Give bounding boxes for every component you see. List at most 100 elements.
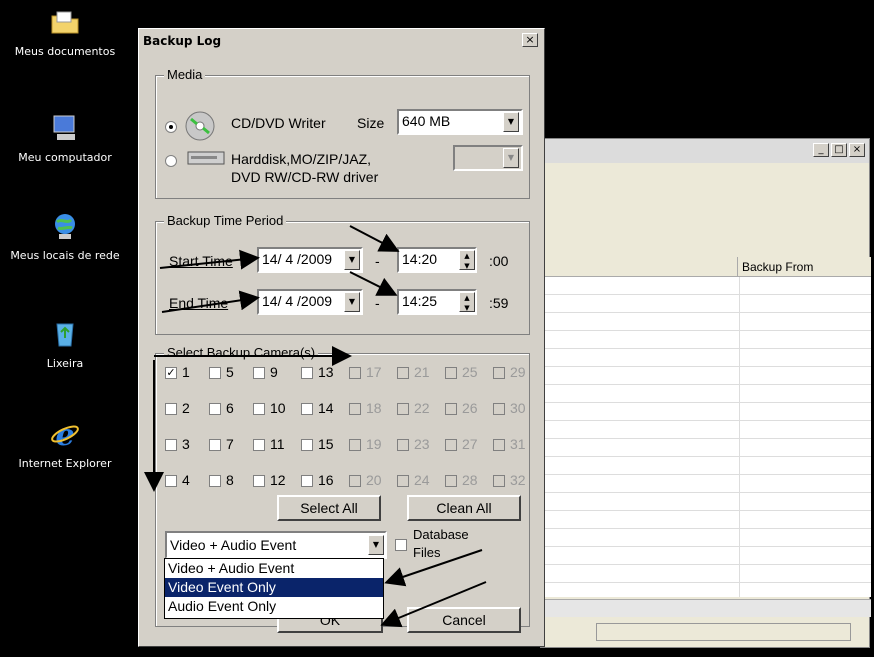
camera-label-29: 29 [510,364,526,380]
camera-label-24: 24 [414,472,430,488]
select-all-button[interactable]: Select All [277,495,381,521]
camera-checkbox-14[interactable] [301,403,313,415]
start-dash: - [375,253,380,269]
camera-checkbox-28 [445,475,457,487]
start-date-dropdown-button[interactable]: ▼ [344,250,360,270]
folder-icon [51,11,79,34]
camera-checkbox-3[interactable] [165,439,177,451]
close-button[interactable]: × [849,143,865,157]
camera-label-13: 13 [318,364,334,380]
cd-dvd-radio[interactable] [165,121,177,133]
table-row [541,457,871,475]
camera-label-32: 32 [510,472,526,488]
camera-checkbox-4[interactable] [165,475,177,487]
table-row [541,475,871,493]
table-row [541,331,871,349]
dialog-close-button[interactable]: × [522,33,538,47]
cd-dvd-label: CD/DVD Writer [231,115,326,131]
size-dropdown-button[interactable]: ▼ [503,112,519,132]
column-header-backup-from[interactable]: Backup From [737,257,813,277]
camera-checkbox-8[interactable] [209,475,221,487]
harddisk-dropdown-button[interactable]: ▼ [503,148,519,168]
background-window-titlebar: _ □ × [541,139,869,163]
camera-label-3: 3 [182,436,190,452]
camera-checkbox-7[interactable] [209,439,221,451]
table-row [541,511,871,529]
minimize-button[interactable]: _ [813,143,829,157]
desktop-icon-label: Meus documentos [14,45,116,58]
camera-label-17: 17 [366,364,382,380]
recycle-bin-icon [56,323,74,347]
table-row [541,493,871,511]
desktop-icon-documents[interactable]: Meus documentos [0,6,130,58]
camera-checkbox-2[interactable] [165,403,177,415]
table-row [541,313,871,331]
camera-checkbox-12[interactable] [253,475,265,487]
harddisk-radio[interactable] [165,155,177,167]
camera-checkbox-17 [349,367,361,379]
maximize-button[interactable]: □ [831,143,847,157]
end-time-label: End Time [169,295,229,311]
camera-label-28: 28 [462,472,478,488]
camera-label-25: 25 [462,364,478,380]
camera-label-27: 27 [462,436,478,452]
event-type-dropdown-button[interactable]: ▼ [368,535,384,555]
camera-label-19: 19 [366,436,382,452]
camera-label-9: 9 [270,364,278,380]
camera-checkbox-11[interactable] [253,439,265,451]
internet-explorer-icon: e [51,418,79,453]
start-time-spinner[interactable]: ▲ ▼ [459,250,475,270]
cd-icon [185,111,215,141]
start-seconds: :00 [489,253,509,269]
harddisk-label-line2: DVD RW/CD-RW driver [231,169,379,185]
end-time-spinner[interactable]: ▲ ▼ [459,292,475,312]
camera-label-6: 6 [226,400,234,416]
camera-checkbox-30 [493,403,505,415]
camera-label-1: 1 [182,364,190,380]
camera-checkbox-27 [445,439,457,451]
dropdown-option-video-only[interactable]: Video Event Only [165,578,383,597]
desktop-icon-label: Meus locais de rede [10,249,120,262]
camera-checkbox-31 [493,439,505,451]
camera-checkbox-5[interactable] [209,367,221,379]
camera-label-22: 22 [414,400,430,416]
camera-checkbox-1[interactable]: ✓ [165,367,177,379]
end-dash: - [375,295,380,311]
size-label: Size [357,115,385,131]
camera-checkbox-6[interactable] [209,403,221,415]
backup-log-dialog: Backup Log × Media CD/DVD Writer Size 6 4… [138,28,545,647]
table-row [541,565,871,583]
cancel-button[interactable]: Cancel [407,607,521,633]
database-files-checkbox[interactable] [395,539,407,551]
desktop-icon-internet-explorer[interactable]: e Internet Explorer [0,418,130,470]
dropdown-option-audio-only[interactable]: Audio Event Only [165,597,383,616]
dropdown-option-video-audio[interactable]: Video + Audio Event [165,559,383,578]
table-row [541,421,871,439]
end-date-dropdown-button[interactable]: ▼ [344,292,360,312]
start-time-label: Start Time [169,253,233,269]
list-header: Backup From [541,257,871,277]
dialog-title: Backup Log [139,29,544,53]
camera-checkbox-16[interactable] [301,475,313,487]
desktop-icon-recycle-bin[interactable]: Lixeira [0,318,130,370]
camera-checkbox-15[interactable] [301,439,313,451]
camera-checkbox-13[interactable] [301,367,313,379]
camera-checkbox-20 [349,475,361,487]
computer-icon [53,115,75,140]
clean-all-button[interactable]: Clean All [407,495,521,521]
event-type-select[interactable]: Video + Audio Event [165,531,387,559]
desktop-icon-network[interactable]: Meus locais de rede [0,210,130,262]
camera-label-5: 5 [226,364,234,380]
camera-checkbox-9[interactable] [253,367,265,379]
camera-label-7: 7 [226,436,234,452]
camera-label-23: 23 [414,436,430,452]
table-row [541,367,871,385]
camera-checkbox-22 [397,403,409,415]
horizontal-scrollbar[interactable] [541,599,871,617]
camera-checkbox-25 [445,367,457,379]
camera-label-2: 2 [182,400,190,416]
desktop-icon-computer[interactable]: Meu computador [0,112,130,164]
camera-checkbox-23 [397,439,409,451]
table-row [541,277,871,295]
camera-checkbox-10[interactable] [253,403,265,415]
